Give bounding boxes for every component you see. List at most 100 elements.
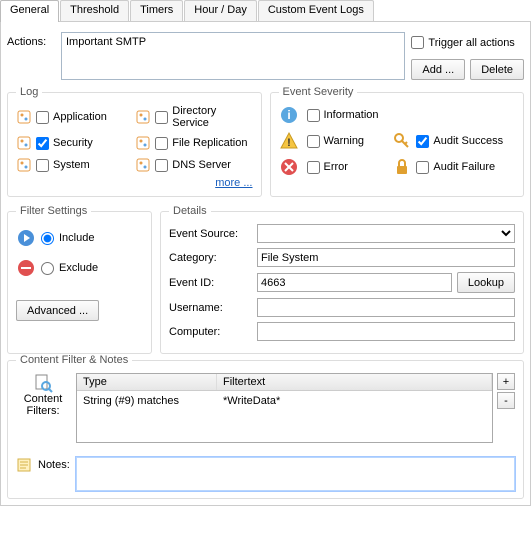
audit-success-checkbox[interactable]: [416, 135, 429, 148]
tab-timers[interactable]: Timers: [130, 0, 183, 21]
log-fieldset: Log Application Directory Service Securi…: [7, 86, 262, 197]
event-source-label: Event Source:: [169, 228, 257, 240]
trigger-all-label: Trigger all actions: [428, 37, 514, 49]
dns-checkbox[interactable]: [155, 159, 168, 172]
log-application[interactable]: Application: [16, 105, 133, 129]
add-button[interactable]: Add ...: [411, 59, 465, 80]
audit-failure-label: Audit Failure: [433, 161, 495, 173]
error-label: Error: [324, 161, 348, 173]
delete-button[interactable]: Delete: [470, 59, 524, 80]
security-checkbox[interactable]: [36, 137, 49, 150]
username-input[interactable]: [257, 298, 515, 317]
include-label: Include: [59, 232, 94, 244]
sev-warning[interactable]: Warning: [307, 135, 391, 148]
tab-custom-event-logs[interactable]: Custom Event Logs: [258, 0, 374, 21]
trigger-all-actions-checkbox[interactable]: Trigger all actions: [411, 32, 524, 53]
log-dns[interactable]: DNS Server: [135, 157, 252, 173]
application-checkbox[interactable]: [36, 111, 49, 124]
application-label: Application: [53, 111, 107, 123]
category-label: Category:: [169, 252, 257, 264]
filter-exclude[interactable]: Exclude: [16, 258, 143, 278]
error-checkbox[interactable]: [307, 161, 320, 174]
table-row[interactable]: String (#9) matches *WriteData*: [77, 391, 492, 411]
system-label: System: [53, 159, 90, 171]
lock-icon: [392, 157, 412, 177]
dns-label: DNS Server: [172, 159, 231, 171]
add-filter-button[interactable]: +: [497, 373, 515, 390]
trigger-all-checkbox[interactable]: [411, 36, 424, 49]
exclude-radio[interactable]: [41, 262, 54, 275]
tab-hour-day[interactable]: Hour / Day: [184, 0, 257, 21]
content-filters-label: Content Filters:: [16, 393, 70, 417]
tab-general[interactable]: General: [0, 0, 59, 22]
computer-label: Computer:: [169, 326, 257, 338]
filter-include[interactable]: Include: [16, 228, 143, 248]
info-label: Information: [324, 109, 379, 121]
severity-fieldset: Event Severity i Information ! Warning A…: [270, 86, 525, 197]
info-checkbox[interactable]: [307, 109, 320, 122]
log-replication[interactable]: File Replication: [135, 135, 252, 151]
replication-label: File Replication: [172, 137, 247, 149]
exclude-label: Exclude: [59, 262, 98, 274]
log-icon: [135, 157, 151, 173]
sev-audit-failure[interactable]: Audit Failure: [416, 161, 515, 174]
notes-label: Notes:: [38, 457, 70, 471]
sev-information[interactable]: Information: [307, 109, 391, 122]
doc-search-icon: [33, 373, 53, 393]
computer-input[interactable]: [257, 322, 515, 341]
log-security[interactable]: Security: [16, 135, 133, 151]
event-id-input[interactable]: [257, 273, 452, 292]
content-filter-fieldset: Content Filter & Notes Content Filters: …: [7, 354, 524, 499]
notes-icon: [16, 457, 32, 473]
audit-success-label: Audit Success: [433, 135, 503, 147]
log-icon: [16, 157, 32, 173]
include-radio[interactable]: [41, 232, 54, 245]
log-directory[interactable]: Directory Service: [135, 105, 252, 129]
general-panel: Actions: Important SMTP Trigger all acti…: [0, 22, 531, 506]
content-filter-table[interactable]: Type Filtertext String (#9) matches *Wri…: [76, 373, 493, 443]
actions-textarea[interactable]: Important SMTP: [61, 32, 405, 80]
header-filtertext[interactable]: Filtertext: [217, 374, 492, 390]
tab-threshold[interactable]: Threshold: [60, 0, 129, 21]
log-system[interactable]: System: [16, 157, 133, 173]
tab-bar: General Threshold Timers Hour / Day Cust…: [0, 0, 531, 22]
sev-audit-success[interactable]: Audit Success: [416, 135, 515, 148]
remove-filter-button[interactable]: -: [497, 392, 515, 409]
directory-label: Directory Service: [172, 105, 252, 129]
minus-icon: [16, 258, 36, 278]
advanced-button[interactable]: Advanced ...: [16, 300, 99, 321]
event-id-label: Event ID:: [169, 277, 257, 289]
category-input[interactable]: [257, 248, 515, 267]
content-legend: Content Filter & Notes: [16, 354, 132, 366]
warning-label: Warning: [324, 135, 365, 147]
audit-failure-checkbox[interactable]: [416, 161, 429, 174]
filter-settings-fieldset: Filter Settings Include Exclude Advanced…: [7, 205, 152, 354]
replication-checkbox[interactable]: [155, 137, 168, 150]
security-label: Security: [53, 137, 93, 149]
info-icon: i: [279, 105, 299, 125]
log-more-link[interactable]: more ...: [16, 177, 253, 189]
details-legend: Details: [169, 205, 211, 217]
svg-text:i: i: [287, 108, 290, 122]
header-type[interactable]: Type: [77, 374, 217, 390]
event-source-select[interactable]: [257, 224, 515, 243]
arrow-right-icon: [16, 228, 36, 248]
log-legend: Log: [16, 86, 42, 98]
actions-label: Actions:: [7, 32, 61, 80]
log-icon: [135, 109, 151, 125]
cell-type: String (#9) matches: [77, 393, 217, 409]
details-fieldset: Details Event Source: Category: Event ID…: [160, 205, 524, 354]
filter-legend: Filter Settings: [16, 205, 91, 217]
svg-text:!: !: [287, 137, 291, 149]
key-icon: [392, 131, 412, 151]
sev-error[interactable]: Error: [307, 161, 391, 174]
lookup-button[interactable]: Lookup: [457, 272, 515, 293]
directory-checkbox[interactable]: [155, 111, 168, 124]
error-icon: [279, 157, 299, 177]
warning-checkbox[interactable]: [307, 135, 320, 148]
severity-legend: Event Severity: [279, 86, 358, 98]
system-checkbox[interactable]: [36, 159, 49, 172]
notes-textarea[interactable]: [76, 457, 515, 491]
warning-icon: !: [279, 131, 299, 151]
log-icon: [135, 135, 151, 151]
